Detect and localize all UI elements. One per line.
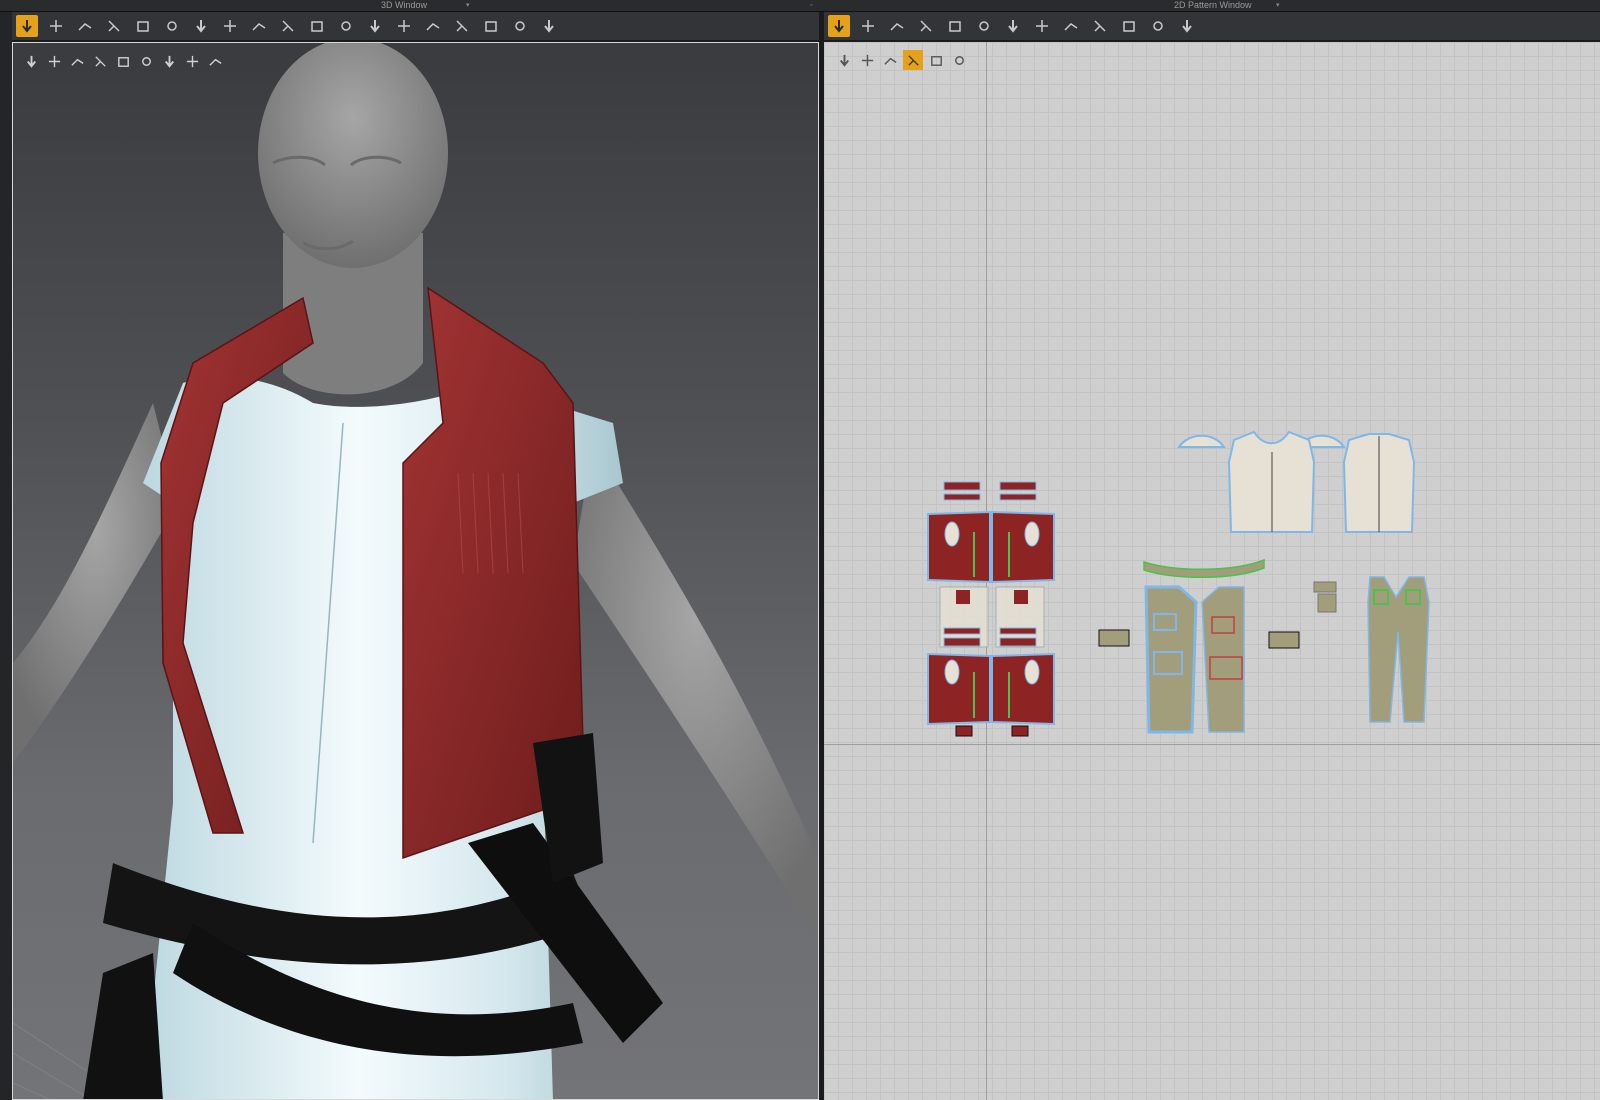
window3d-title: 3D Window xyxy=(381,0,428,10)
arrangement-view-icon[interactable] xyxy=(136,51,156,71)
polygon-icon[interactable] xyxy=(886,15,908,37)
shirt-icon[interactable] xyxy=(1176,15,1198,37)
internal-line-icon[interactable] xyxy=(944,15,966,37)
topstitch-icon[interactable] xyxy=(480,15,502,37)
zipper-icon[interactable] xyxy=(422,15,444,37)
strengthen-icon[interactable] xyxy=(190,15,212,37)
grading-icon[interactable] xyxy=(1002,15,1024,37)
garment-view-icon[interactable] xyxy=(44,51,64,71)
shirring-icon[interactable] xyxy=(277,15,299,37)
shirt-pattern-group xyxy=(1177,430,1416,533)
fold-garment-icon[interactable] xyxy=(161,15,183,37)
sew-view-icon[interactable] xyxy=(113,51,133,71)
pattern-view-tools xyxy=(834,50,969,70)
texture-view-icon[interactable] xyxy=(21,51,41,71)
avatar-measure-icon[interactable] xyxy=(538,15,560,37)
free-sewing-icon[interactable] xyxy=(1089,15,1111,37)
edit-point-icon[interactable] xyxy=(857,15,879,37)
pants-pattern-group xyxy=(1098,558,1430,734)
edit-curvature-icon[interactable] xyxy=(74,15,96,37)
transform-pattern-icon[interactable] xyxy=(45,15,67,37)
skin-view-icon[interactable] xyxy=(159,51,179,71)
stress-map-icon[interactable] xyxy=(67,51,87,71)
show-lines-icon[interactable] xyxy=(834,50,854,70)
avatar-head xyxy=(258,43,448,268)
buttonhole-icon[interactable] xyxy=(393,15,415,37)
segment-sewing-icon[interactable] xyxy=(1060,15,1082,37)
environment-icon[interactable] xyxy=(182,51,202,71)
window2d-menu-caret[interactable]: ▾ xyxy=(1276,0,1280,11)
measure-icon[interactable] xyxy=(306,15,328,37)
viewport3d-view-tools xyxy=(21,51,225,71)
fold-arrangement-icon[interactable] xyxy=(103,15,125,37)
pattern-window-2d[interactable] xyxy=(824,42,1600,1100)
pouch-3d xyxy=(83,953,163,1099)
edit-sewing-icon[interactable] xyxy=(1147,15,1169,37)
button-icon[interactable] xyxy=(364,15,386,37)
viewport-3d[interactable] xyxy=(12,42,819,1100)
export-icon[interactable] xyxy=(205,51,225,71)
vest-pattern-group xyxy=(927,481,1055,737)
window2d-title: 2D Pattern Window xyxy=(1174,0,1252,10)
pattern-pieces xyxy=(927,430,1430,737)
puckering-icon[interactable] xyxy=(509,15,531,37)
transform-pattern-icon[interactable] xyxy=(828,15,850,37)
show-sewing-icon[interactable] xyxy=(857,50,877,70)
sewing-icon[interactable] xyxy=(132,15,154,37)
left-dock-edge xyxy=(0,12,12,1100)
avatar-right-arm xyxy=(573,443,818,940)
seamline-icon[interactable] xyxy=(335,15,357,37)
window3d-toolbar xyxy=(12,12,819,41)
avatar-view-icon[interactable] xyxy=(90,51,110,71)
avatar-scene xyxy=(13,43,818,1099)
window-titlebar: 3D Window ▾ 2D Pattern Window ▾ ▫ xyxy=(0,0,1600,12)
window-float-icon[interactable]: ▫ xyxy=(810,0,812,11)
select-move-icon[interactable] xyxy=(16,15,38,37)
pin-icon[interactable] xyxy=(219,15,241,37)
baseline-icon[interactable] xyxy=(926,50,946,70)
dart-icon[interactable] xyxy=(1031,15,1053,37)
window3d-menu-caret[interactable]: ▾ xyxy=(466,0,470,11)
elastic-icon[interactable] xyxy=(451,15,473,37)
window2d-toolbar xyxy=(824,12,1600,41)
rectangle-icon[interactable] xyxy=(915,15,937,37)
texture-icon[interactable] xyxy=(880,50,900,70)
export-pattern-icon[interactable] xyxy=(949,50,969,70)
trace-icon[interactable] xyxy=(973,15,995,37)
pattern-color-icon[interactable] xyxy=(903,50,923,70)
avatar-left-arm xyxy=(13,403,178,763)
pleat-icon[interactable] xyxy=(1118,15,1140,37)
tack-icon[interactable] xyxy=(248,15,270,37)
